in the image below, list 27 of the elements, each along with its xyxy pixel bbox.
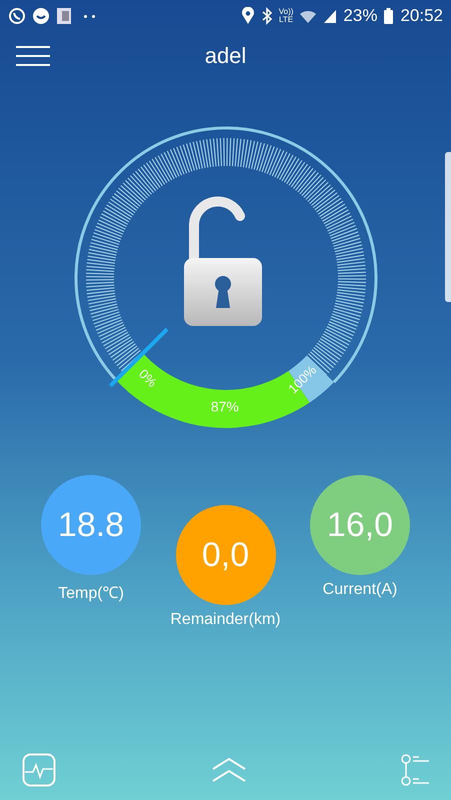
timeline-list-icon[interactable] xyxy=(401,753,431,787)
metric-label: Temp(℃) xyxy=(58,584,124,603)
metric-value: 18.8 xyxy=(41,475,141,575)
gauge-start-label: 0% xyxy=(136,366,160,390)
gauge-value-label: 87% xyxy=(210,398,238,415)
bluetooth-icon xyxy=(260,7,273,25)
device-title: adel xyxy=(204,43,246,69)
heart-rate-icon[interactable] xyxy=(22,753,56,787)
battery-icon xyxy=(383,7,394,25)
side-handle[interactable] xyxy=(445,152,451,302)
dots-icon xyxy=(84,14,95,18)
metric-label: Current(A) xyxy=(322,581,398,599)
battery-percent: 23% xyxy=(343,6,378,26)
wifi-icon xyxy=(299,8,318,24)
chat-bubble-icon xyxy=(8,7,26,25)
metric-value: 0,0 xyxy=(176,505,276,605)
image-icon xyxy=(56,7,72,25)
metric-value: 16,0 xyxy=(310,475,410,575)
clock-time: 20:52 xyxy=(400,6,443,26)
signal-icon xyxy=(323,8,338,24)
double-chevron-up-icon[interactable] xyxy=(210,757,246,783)
gauge-needle xyxy=(108,328,168,388)
volte-indicator: Vo)) LTE xyxy=(278,8,294,24)
metric-label: Remainder(km) xyxy=(170,611,281,629)
smiley-icon xyxy=(32,7,50,25)
unlocked-padlock-icon[interactable] xyxy=(184,196,262,326)
location-pin-icon xyxy=(240,7,255,25)
